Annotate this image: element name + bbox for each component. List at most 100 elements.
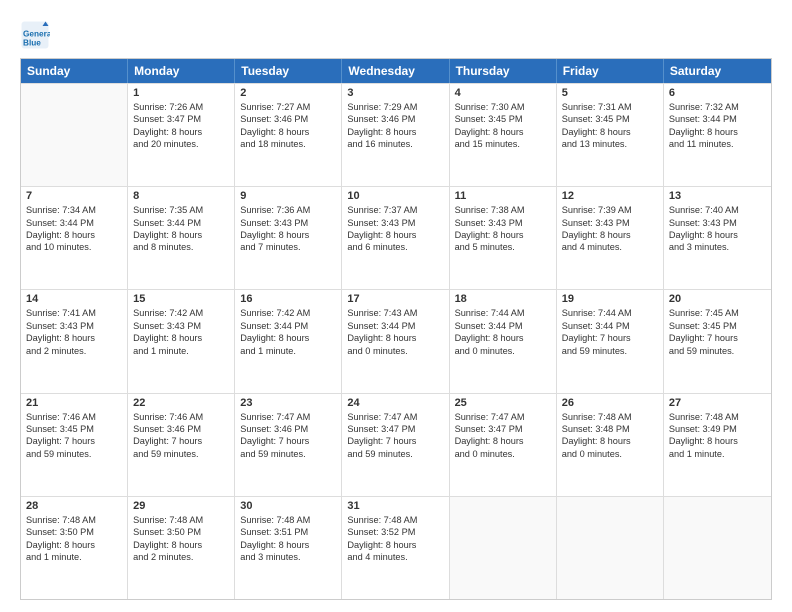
sunrise-line: Sunrise: 7:36 AM: [240, 204, 336, 216]
day-number: 5: [562, 87, 658, 99]
day-number: 13: [669, 190, 766, 202]
sunrise-line: Sunrise: 7:37 AM: [347, 204, 443, 216]
cal-cell: 14 Sunrise: 7:41 AM Sunset: 3:43 PM Dayl…: [21, 290, 128, 392]
daylight-line2: and 11 minutes.: [669, 138, 766, 150]
sunset-line: Sunset: 3:43 PM: [669, 217, 766, 229]
daylight-line: Daylight: 8 hours: [347, 229, 443, 241]
sunset-line: Sunset: 3:52 PM: [347, 526, 443, 538]
svg-text:Blue: Blue: [23, 39, 41, 48]
day-number: 11: [455, 190, 551, 202]
sunset-line: Sunset: 3:44 PM: [347, 320, 443, 332]
daylight-line: Daylight: 8 hours: [240, 126, 336, 138]
cal-cell: 25 Sunrise: 7:47 AM Sunset: 3:47 PM Dayl…: [450, 394, 557, 496]
cal-cell: 2 Sunrise: 7:27 AM Sunset: 3:46 PM Dayli…: [235, 84, 342, 186]
daylight-line2: and 59 minutes.: [133, 448, 229, 460]
sunset-line: Sunset: 3:43 PM: [562, 217, 658, 229]
day-number: 21: [26, 397, 122, 409]
cal-header-cell: Friday: [557, 59, 664, 83]
day-number: 10: [347, 190, 443, 202]
cal-cell: 5 Sunrise: 7:31 AM Sunset: 3:45 PM Dayli…: [557, 84, 664, 186]
calendar: SundayMondayTuesdayWednesdayThursdayFrid…: [20, 58, 772, 600]
day-number: 26: [562, 397, 658, 409]
day-number: 12: [562, 190, 658, 202]
day-number: 27: [669, 397, 766, 409]
day-number: 7: [26, 190, 122, 202]
sunrise-line: Sunrise: 7:48 AM: [669, 411, 766, 423]
cal-cell: 23 Sunrise: 7:47 AM Sunset: 3:46 PM Dayl…: [235, 394, 342, 496]
daylight-line: Daylight: 8 hours: [133, 126, 229, 138]
sunrise-line: Sunrise: 7:39 AM: [562, 204, 658, 216]
cal-cell: 19 Sunrise: 7:44 AM Sunset: 3:44 PM Dayl…: [557, 290, 664, 392]
daylight-line2: and 7 minutes.: [240, 241, 336, 253]
cal-cell: 10 Sunrise: 7:37 AM Sunset: 3:43 PM Dayl…: [342, 187, 449, 289]
logo: General Blue: [20, 20, 52, 50]
day-number: 18: [455, 293, 551, 305]
daylight-line2: and 0 minutes.: [347, 345, 443, 357]
sunrise-line: Sunrise: 7:43 AM: [347, 307, 443, 319]
sunset-line: Sunset: 3:44 PM: [240, 320, 336, 332]
daylight-line: Daylight: 7 hours: [26, 435, 122, 447]
daylight-line2: and 59 minutes.: [562, 345, 658, 357]
cal-cell: 21 Sunrise: 7:46 AM Sunset: 3:45 PM Dayl…: [21, 394, 128, 496]
day-number: 24: [347, 397, 443, 409]
sunrise-line: Sunrise: 7:47 AM: [240, 411, 336, 423]
sunrise-line: Sunrise: 7:48 AM: [347, 514, 443, 526]
sunrise-line: Sunrise: 7:47 AM: [347, 411, 443, 423]
daylight-line: Daylight: 8 hours: [133, 539, 229, 551]
daylight-line: Daylight: 8 hours: [455, 332, 551, 344]
sunrise-line: Sunrise: 7:41 AM: [26, 307, 122, 319]
sunrise-line: Sunrise: 7:48 AM: [26, 514, 122, 526]
day-number: 3: [347, 87, 443, 99]
daylight-line: Daylight: 7 hours: [562, 332, 658, 344]
daylight-line: Daylight: 8 hours: [669, 229, 766, 241]
cal-cell: 9 Sunrise: 7:36 AM Sunset: 3:43 PM Dayli…: [235, 187, 342, 289]
sunrise-line: Sunrise: 7:35 AM: [133, 204, 229, 216]
daylight-line2: and 18 minutes.: [240, 138, 336, 150]
sunrise-line: Sunrise: 7:34 AM: [26, 204, 122, 216]
day-number: 8: [133, 190, 229, 202]
svg-text:General: General: [23, 30, 50, 39]
header: General Blue: [20, 16, 772, 50]
daylight-line2: and 2 minutes.: [26, 345, 122, 357]
cal-cell: 28 Sunrise: 7:48 AM Sunset: 3:50 PM Dayl…: [21, 497, 128, 599]
daylight-line2: and 0 minutes.: [562, 448, 658, 460]
daylight-line: Daylight: 8 hours: [562, 229, 658, 241]
sunset-line: Sunset: 3:48 PM: [562, 423, 658, 435]
daylight-line2: and 15 minutes.: [455, 138, 551, 150]
cal-header-cell: Saturday: [664, 59, 771, 83]
daylight-line: Daylight: 8 hours: [562, 126, 658, 138]
cal-cell: [21, 84, 128, 186]
cal-cell: 17 Sunrise: 7:43 AM Sunset: 3:44 PM Dayl…: [342, 290, 449, 392]
cal-cell: 7 Sunrise: 7:34 AM Sunset: 3:44 PM Dayli…: [21, 187, 128, 289]
cal-cell: 22 Sunrise: 7:46 AM Sunset: 3:46 PM Dayl…: [128, 394, 235, 496]
daylight-line: Daylight: 8 hours: [669, 126, 766, 138]
daylight-line: Daylight: 8 hours: [240, 332, 336, 344]
sunset-line: Sunset: 3:43 PM: [133, 320, 229, 332]
calendar-body: 1 Sunrise: 7:26 AM Sunset: 3:47 PM Dayli…: [21, 83, 771, 599]
daylight-line2: and 4 minutes.: [562, 241, 658, 253]
daylight-line: Daylight: 8 hours: [26, 539, 122, 551]
daylight-line2: and 0 minutes.: [455, 345, 551, 357]
sunset-line: Sunset: 3:44 PM: [669, 113, 766, 125]
sunset-line: Sunset: 3:44 PM: [133, 217, 229, 229]
daylight-line2: and 4 minutes.: [347, 551, 443, 563]
sunset-line: Sunset: 3:50 PM: [26, 526, 122, 538]
page: General Blue SundayMondayTuesdayWednesda…: [0, 0, 792, 612]
cal-cell: [664, 497, 771, 599]
cal-cell: 13 Sunrise: 7:40 AM Sunset: 3:43 PM Dayl…: [664, 187, 771, 289]
day-number: 16: [240, 293, 336, 305]
cal-cell: 16 Sunrise: 7:42 AM Sunset: 3:44 PM Dayl…: [235, 290, 342, 392]
sunset-line: Sunset: 3:43 PM: [347, 217, 443, 229]
sunrise-line: Sunrise: 7:30 AM: [455, 101, 551, 113]
cal-cell: [557, 497, 664, 599]
daylight-line2: and 6 minutes.: [347, 241, 443, 253]
day-number: 15: [133, 293, 229, 305]
daylight-line: Daylight: 8 hours: [455, 126, 551, 138]
sunrise-line: Sunrise: 7:31 AM: [562, 101, 658, 113]
daylight-line: Daylight: 7 hours: [669, 332, 766, 344]
cal-cell: 27 Sunrise: 7:48 AM Sunset: 3:49 PM Dayl…: [664, 394, 771, 496]
sunset-line: Sunset: 3:44 PM: [562, 320, 658, 332]
sunrise-line: Sunrise: 7:46 AM: [133, 411, 229, 423]
daylight-line2: and 59 minutes.: [240, 448, 336, 460]
sunset-line: Sunset: 3:47 PM: [133, 113, 229, 125]
